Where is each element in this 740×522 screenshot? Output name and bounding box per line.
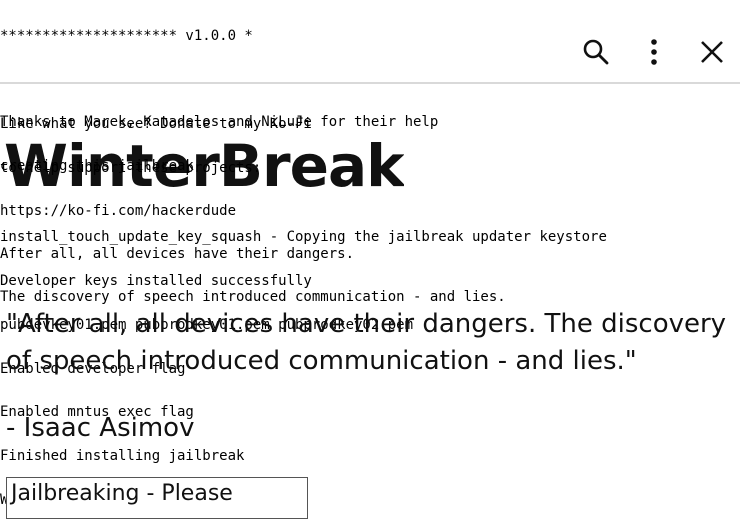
- quote-text: "After all, all devices have their dange…: [6, 309, 727, 376]
- log-line: install_touch_update_key_squash - Copyin…: [0, 230, 607, 245]
- terminal-line: Thanks to Marek, Katadelos and NiLuJe fo…: [0, 115, 439, 130]
- log-line: Finished installing jailbreak: [0, 449, 245, 464]
- toolbar-actions: [578, 34, 730, 70]
- terminal-line: ********************* v1.0.0 *: [0, 29, 253, 44]
- search-icon[interactable]: [578, 34, 614, 70]
- terminal-line: creating this jailbreak: [0, 158, 194, 174]
- toolbar-divider: [0, 82, 740, 84]
- quote-author: - Isaac Asimov: [6, 413, 195, 443]
- status-box: Jailbreaking - Please: [6, 477, 308, 519]
- close-icon[interactable]: [694, 34, 730, 70]
- log-line: Developer keys installed successfully: [0, 273, 312, 289]
- more-vertical-icon[interactable]: [636, 34, 672, 70]
- status-label: Jailbreaking - Please: [11, 481, 233, 506]
